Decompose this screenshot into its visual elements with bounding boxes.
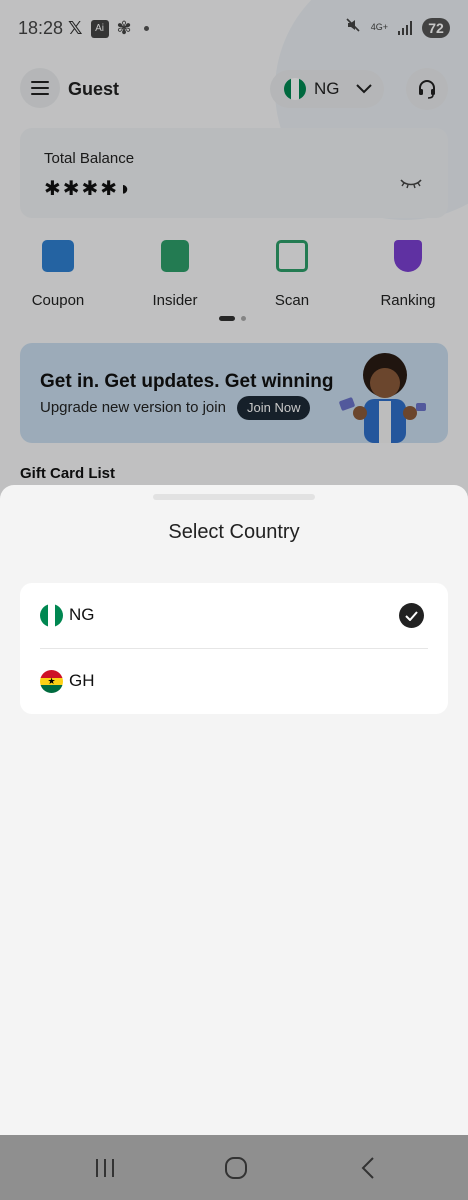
- recent-apps-button[interactable]: [90, 1155, 120, 1181]
- country-list: NG ★ GH: [20, 583, 448, 714]
- select-country-sheet: Select Country NG ★ GH: [0, 485, 468, 1135]
- ghana-flag-icon: ★: [40, 670, 63, 693]
- country-option-gh[interactable]: ★ GH: [20, 649, 448, 714]
- nigeria-flag-icon: [40, 604, 63, 627]
- sheet-title: Select Country: [168, 521, 300, 543]
- selected-check-icon: [399, 603, 424, 628]
- home-button[interactable]: [221, 1155, 251, 1181]
- back-icon: [361, 1157, 374, 1179]
- sheet-drag-handle[interactable]: [153, 494, 315, 500]
- country-option-label: NG: [69, 605, 95, 624]
- country-option-label: GH: [69, 671, 95, 690]
- country-option-ng[interactable]: NG: [20, 583, 448, 648]
- home-icon: [225, 1157, 247, 1179]
- system-navigation-bar: [0, 1135, 468, 1200]
- back-button[interactable]: [353, 1155, 383, 1181]
- recent-apps-icon: [96, 1159, 114, 1177]
